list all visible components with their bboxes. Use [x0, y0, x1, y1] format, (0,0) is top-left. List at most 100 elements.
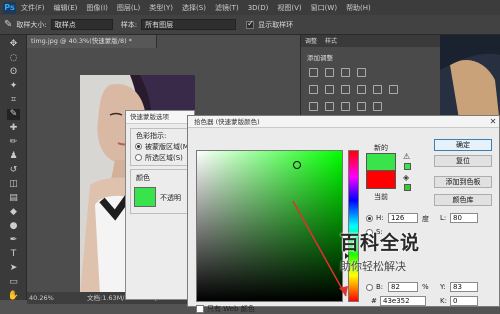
zoom-level[interactable]: 40.26%	[29, 292, 54, 304]
gamut-color-swatch[interactable]	[404, 163, 411, 170]
marquee-tool-icon[interactable]: ◌	[7, 53, 20, 64]
menu-filter[interactable]: 滤镜(T)	[215, 3, 239, 13]
color-picker-ring[interactable]	[293, 161, 301, 169]
menu-3d[interactable]: 3D(D)	[248, 4, 269, 12]
watermark-subtitle: 助你轻松解决	[340, 260, 406, 273]
k-value-field[interactable]: 0	[450, 296, 478, 306]
current-color-swatch[interactable]	[366, 171, 396, 189]
menu-help[interactable]: 帮助(H)	[346, 3, 371, 13]
selective-color-icon[interactable]	[373, 102, 382, 111]
photo-fragment	[440, 35, 500, 125]
l-label: L:	[440, 214, 447, 222]
eyedropper-icon[interactable]: ✎	[4, 19, 12, 30]
reset-button[interactable]: 复位	[434, 155, 492, 167]
hand-tool-icon[interactable]: ✋	[7, 291, 20, 302]
lasso-tool-icon[interactable]: ʘ	[7, 67, 20, 78]
web-safe-swatch[interactable]	[404, 184, 411, 191]
black-white-icon[interactable]	[357, 85, 366, 94]
dialog-title: 快速蒙版选项	[126, 111, 194, 124]
invert-icon[interactable]	[309, 102, 318, 111]
new-color-swatch	[366, 153, 396, 171]
color-libraries-button[interactable]: 颜色库	[434, 194, 492, 206]
color-label: 颜色	[136, 174, 150, 182]
menu-type[interactable]: 类型(Y)	[149, 3, 173, 13]
radio-selected-areas[interactable]	[135, 154, 142, 161]
new-color-label: 新的	[374, 144, 388, 152]
blur-tool-icon[interactable]: ◆	[7, 207, 20, 218]
quick-select-tool-icon[interactable]: ✦	[7, 81, 20, 92]
show-ring-checkbox[interactable]	[246, 19, 255, 29]
sample-label: 样本:	[120, 20, 138, 29]
mask-color-swatch[interactable]	[134, 187, 156, 207]
menu-layer[interactable]: 图层(L)	[117, 3, 140, 13]
hue-saturation-icon[interactable]	[325, 85, 334, 94]
eyedropper-tool-icon[interactable]: ✎	[7, 109, 20, 120]
selected-areas-label[interactable]: 所选区域(S)	[145, 153, 183, 163]
gradient-tool-icon[interactable]: ▤	[7, 193, 20, 204]
web-colors-only-checkbox[interactable]	[196, 305, 204, 313]
l-value-field[interactable]: 80	[450, 213, 478, 223]
shape-tool-icon[interactable]: ▭	[7, 277, 20, 288]
color-indicates-label: 色彩指示:	[136, 132, 167, 140]
dialog-title: 拾色器 (快速蒙版颜色)	[188, 116, 499, 128]
menu-view[interactable]: 视图(V)	[277, 3, 301, 13]
brightness-icon[interactable]	[309, 68, 318, 77]
dodge-tool-icon[interactable]: ●	[7, 221, 20, 232]
curves-icon[interactable]	[341, 68, 350, 77]
pen-tool-icon[interactable]: ✒	[7, 235, 20, 246]
photoshop-logo: Ps	[3, 1, 16, 14]
h-label: H:	[376, 214, 384, 222]
healing-tool-icon[interactable]: ✚	[7, 123, 20, 134]
color-balance-icon[interactable]	[341, 85, 350, 94]
web-safe-icon[interactable]: ◈	[403, 173, 409, 182]
menu-window[interactable]: 窗口(W)	[311, 3, 337, 13]
radio-h[interactable]	[366, 215, 373, 222]
hex-prefix: #	[371, 297, 377, 305]
brush-tool-icon[interactable]: ✏	[7, 137, 20, 148]
photo-filter-icon[interactable]	[373, 85, 382, 94]
posterize-icon[interactable]	[325, 102, 334, 111]
watermark-title: 百科全说	[340, 232, 421, 254]
background-photo-fragment	[440, 35, 500, 125]
levels-icon[interactable]	[325, 68, 334, 77]
h-value-field[interactable]: 126	[388, 213, 418, 223]
channel-mixer-icon[interactable]	[389, 85, 398, 94]
type-tool-icon[interactable]: T	[7, 249, 20, 260]
current-color-label: 当前	[374, 193, 388, 201]
menu-edit[interactable]: 编辑(E)	[54, 3, 78, 13]
menu-image[interactable]: 图像(I)	[86, 3, 108, 13]
ok-button[interactable]: 确定	[434, 139, 492, 151]
stamp-tool-icon[interactable]: ♟	[7, 151, 20, 162]
document-tab[interactable]: timg.jpg @ 40.3%(快速蒙版/8) *	[27, 35, 157, 48]
masked-areas-label[interactable]: 被蒙版区域(M)	[145, 142, 192, 152]
exposure-icon[interactable]	[357, 68, 366, 77]
eraser-tool-icon[interactable]: ◫	[7, 179, 20, 190]
watermark: 百科全说 助你轻松解决	[340, 228, 500, 288]
threshold-icon[interactable]	[341, 102, 350, 111]
sample-dropdown[interactable]: 所有图层	[141, 19, 237, 30]
hex-value-field[interactable]: 43e352	[380, 296, 426, 306]
tools-panel: ✥ ◌ ʘ ✦ ⌗ ✎ ✚ ✏ ♟ ↺ ◫ ▤ ◆ ● ✒ T ➤ ▭ ✋	[0, 35, 27, 302]
path-select-tool-icon[interactable]: ➤	[7, 263, 20, 274]
opacity-label: 不透明	[160, 194, 181, 202]
add-adjustment-label: 添加调整	[307, 54, 333, 62]
close-icon[interactable]: ✕	[486, 116, 500, 127]
history-brush-icon[interactable]: ↺	[7, 165, 20, 176]
menu-select[interactable]: 选择(S)	[182, 3, 206, 13]
web-colors-only-label[interactable]: 只有 Web 颜色	[207, 304, 255, 314]
add-to-swatches-button[interactable]: 添加到色板	[434, 176, 492, 188]
tab-adjustments[interactable]: 调整	[305, 37, 317, 46]
options-bar: ✎ 取样大小: 取样点 样本: 所有图层 显示取样环	[0, 15, 500, 35]
move-tool-icon[interactable]: ✥	[7, 39, 20, 50]
sample-size-label: 取样大小:	[16, 20, 47, 29]
radio-masked-areas[interactable]	[135, 143, 142, 150]
tab-styles[interactable]: 样式	[325, 37, 337, 46]
menu-file[interactable]: 文件(F)	[21, 3, 45, 13]
gradient-map-icon[interactable]	[357, 102, 366, 111]
crop-tool-icon[interactable]: ⌗	[7, 95, 20, 106]
sample-size-dropdown[interactable]: 取样点	[50, 19, 113, 30]
vibrance-icon[interactable]	[309, 85, 318, 94]
gamut-warning-icon[interactable]: ⚠	[403, 152, 410, 161]
show-ring-label: 显示取样环	[258, 20, 294, 29]
h-unit: 度	[422, 215, 429, 223]
